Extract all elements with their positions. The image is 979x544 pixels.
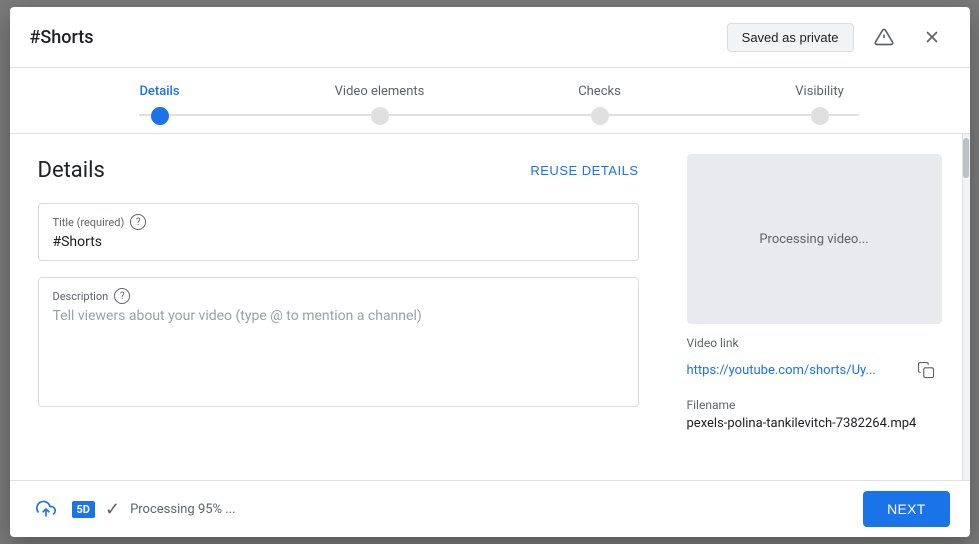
details-section-title: Details — [38, 158, 105, 183]
step-visibility: Visibility — [710, 84, 930, 125]
left-panel: Details REUSE DETAILS Title (required) ?… — [10, 134, 667, 480]
right-panel: Processing video... Video link https://y… — [667, 134, 962, 480]
filename-text: pexels-polina-tankilevitch-7382264.mp4 — [687, 416, 942, 431]
scrollbar[interactable] — [962, 134, 970, 480]
video-link-label: Video link — [687, 336, 942, 350]
description-help-icon: ? — [114, 288, 130, 304]
next-button[interactable]: NEXT — [863, 491, 949, 527]
description-field[interactable]: Description ? Tell viewers about your vi… — [38, 277, 639, 407]
sd-badge: 5D — [72, 501, 95, 518]
step-details: Details — [50, 84, 270, 125]
step-video-elements-label: Video elements — [335, 84, 425, 99]
close-button[interactable] — [914, 19, 950, 55]
step-video-elements: Video elements — [270, 84, 490, 125]
title-help-icon: ? — [130, 214, 146, 230]
details-header: Details REUSE DETAILS — [38, 158, 639, 183]
link-row: https://youtube.com/shorts/Uy... — [687, 354, 942, 386]
scroll-thumb[interactable] — [963, 138, 969, 178]
step-checks-circle — [591, 107, 609, 125]
step-video-elements-circle — [371, 107, 389, 125]
filename-label: Filename — [687, 398, 942, 412]
title-field-value[interactable]: #Shorts — [53, 234, 624, 250]
step-details-label: Details — [139, 84, 179, 99]
saved-as-private-badge: Saved as private — [727, 23, 854, 52]
alert-button[interactable] — [866, 19, 902, 55]
modal-body: Details REUSE DETAILS Title (required) ?… — [10, 134, 970, 480]
upload-button[interactable] — [30, 493, 62, 525]
modal-footer: 5D ✓ Processing 95% ... NEXT — [10, 480, 970, 537]
description-placeholder[interactable]: Tell viewers about your video (type @ to… — [53, 308, 624, 324]
description-field-label: Description ? — [53, 288, 624, 304]
video-preview: Processing video... — [687, 154, 942, 324]
reuse-details-button[interactable]: REUSE DETAILS — [530, 163, 638, 178]
stepper: Details Video elements Checks Visibility — [10, 68, 970, 134]
processing-status: Processing 95% ... — [130, 502, 236, 517]
processing-text: Processing video... — [759, 232, 868, 247]
copy-link-button[interactable] — [910, 354, 942, 386]
modal-header: #Shorts Saved as private — [10, 7, 970, 68]
filename-section: Filename pexels-polina-tankilevitch-7382… — [687, 398, 942, 431]
video-link-url[interactable]: https://youtube.com/shorts/Uy... — [687, 363, 876, 378]
step-details-circle — [151, 107, 169, 125]
title-field[interactable]: Title (required) ? #Shorts — [38, 203, 639, 261]
step-visibility-circle — [811, 107, 829, 125]
footer-left: 5D ✓ Processing 95% ... — [30, 493, 852, 525]
header-actions: Saved as private — [727, 19, 950, 55]
check-icon: ✓ — [105, 499, 120, 520]
step-visibility-label: Visibility — [795, 84, 844, 99]
modal-title: #Shorts — [30, 27, 94, 48]
upload-modal: #Shorts Saved as private — [10, 7, 970, 537]
video-link-section: Video link https://youtube.com/shorts/Uy… — [687, 336, 942, 386]
step-checks: Checks — [490, 84, 710, 125]
step-checks-label: Checks — [578, 84, 621, 99]
title-field-label: Title (required) ? — [53, 214, 624, 230]
